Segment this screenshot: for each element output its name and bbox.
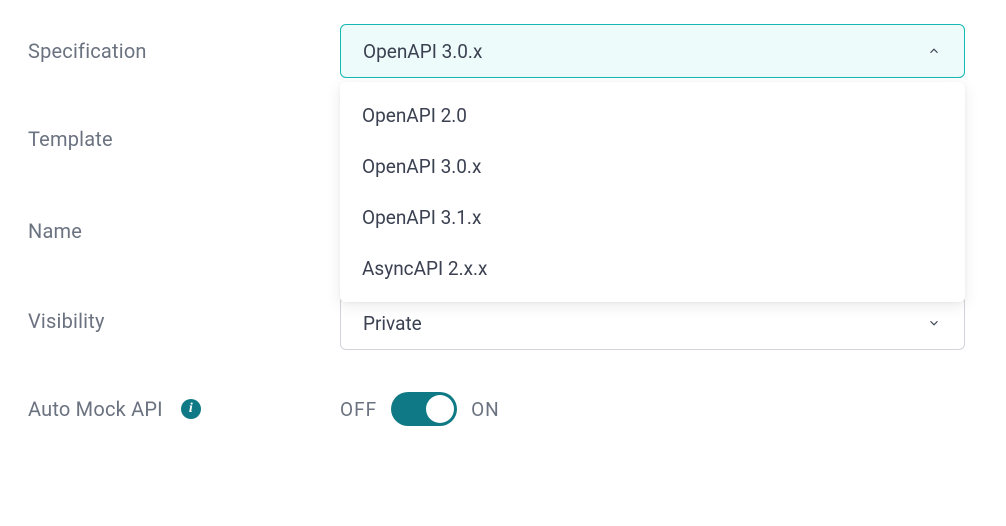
row-visibility: Visibility Private [28, 296, 978, 350]
label-visibility: Visibility [28, 309, 105, 333]
label-auto-mock-api: Auto Mock API [28, 397, 163, 421]
visibility-selected-value: Private [363, 312, 422, 335]
specification-option[interactable]: AsyncAPI 2.x.x [340, 243, 965, 294]
row-specification: Specification OpenAPI 3.0.x OpenAPI 2.0 … [28, 24, 978, 78]
specification-option[interactable]: OpenAPI 3.1.x [340, 192, 965, 243]
specification-dropdown: OpenAPI 2.0 OpenAPI 3.0.x OpenAPI 3.1.x … [340, 82, 965, 302]
specification-select[interactable]: OpenAPI 3.0.x [340, 24, 965, 78]
row-auto-mock-api: Auto Mock API i OFF ON [28, 384, 978, 434]
label-name: Name [28, 219, 82, 243]
specification-selected-value: OpenAPI 3.0.x [363, 40, 482, 63]
toggle-off-label: OFF [340, 398, 377, 421]
auto-mock-toggle[interactable] [391, 392, 457, 426]
specification-option[interactable]: OpenAPI 3.0.x [340, 141, 965, 192]
chevron-up-icon [926, 43, 942, 59]
specification-option[interactable]: OpenAPI 2.0 [340, 90, 965, 141]
info-icon[interactable]: i [181, 399, 201, 419]
auto-mock-toggle-group: OFF ON [340, 384, 965, 434]
visibility-select[interactable]: Private [340, 296, 965, 350]
label-specification: Specification [28, 35, 147, 63]
create-api-form: Specification OpenAPI 3.0.x OpenAPI 2.0 … [0, 0, 1006, 458]
toggle-on-label: ON [471, 398, 500, 421]
chevron-down-icon [926, 315, 942, 331]
toggle-knob [426, 395, 454, 423]
label-template: Template [28, 127, 113, 151]
